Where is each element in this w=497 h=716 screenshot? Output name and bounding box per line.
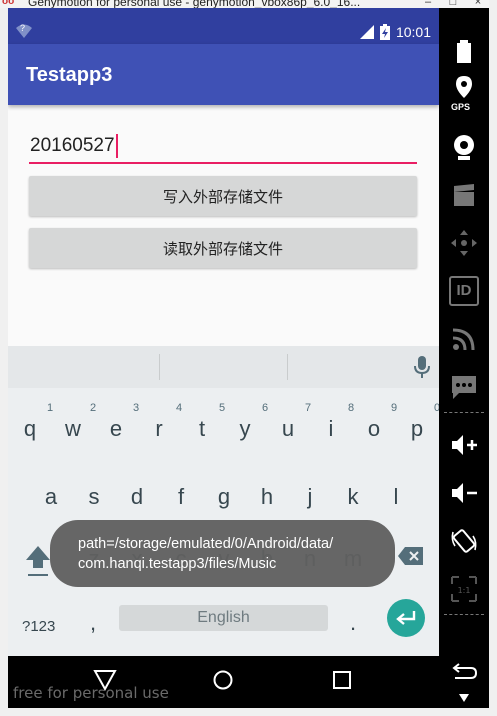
android-back-icon[interactable] — [449, 658, 479, 688]
genymotion-logo: oo — [2, 0, 15, 7]
read-external-file-button[interactable]: 读取外部存储文件 — [29, 228, 417, 268]
status-bar: ? 10:01 — [8, 20, 439, 44]
signal-icon — [359, 25, 374, 39]
window-border-bottom — [0, 708, 497, 716]
key-a[interactable]: a — [33, 484, 69, 510]
video-capture-icon[interactable] — [449, 180, 479, 210]
identifiers-icon[interactable]: ID — [449, 276, 479, 306]
minimize-button[interactable]: – — [418, 0, 438, 8]
key-i[interactable]: i — [313, 416, 349, 442]
genymotion-toolbar: GPS ID 1:1 — [439, 8, 489, 708]
webcam-icon[interactable] — [449, 132, 479, 162]
key-q[interactable]: q — [12, 416, 48, 442]
text-cursor — [116, 134, 118, 158]
key-u[interactable]: u — [270, 416, 306, 442]
microphone-icon[interactable] — [413, 356, 431, 378]
toast-line-1: path=/storage/emulated/0/Android/data/ — [78, 536, 334, 552]
key-k[interactable]: k — [335, 484, 371, 510]
status-time: 10:01 — [395, 24, 431, 40]
toolbar-separator — [444, 614, 484, 615]
rotate-icon[interactable] — [449, 526, 479, 556]
close-button[interactable]: × — [468, 0, 488, 8]
key-hint-i: 8 — [347, 402, 355, 414]
app-bar: Testapp3 — [8, 44, 439, 105]
rss-icon[interactable] — [449, 324, 479, 354]
text-input[interactable]: 20160527 — [29, 130, 417, 164]
free-for-personal-use-label: free for personal use — [13, 684, 169, 702]
key-l[interactable]: l — [378, 484, 414, 510]
key-o[interactable]: o — [356, 416, 392, 442]
suggestion-strip — [8, 346, 439, 388]
volume-down-icon[interactable] — [449, 478, 479, 508]
gps-icon[interactable] — [449, 74, 479, 104]
battery-icon[interactable] — [449, 36, 479, 66]
key-j[interactable]: j — [292, 484, 328, 510]
maximize-button[interactable]: □ — [443, 0, 463, 8]
key-r[interactable]: r — [141, 416, 177, 442]
enter-key[interactable] — [387, 599, 425, 637]
gps-label: GPS — [451, 102, 471, 112]
period-key[interactable]: . — [350, 610, 356, 636]
key-hint-r: 4 — [175, 402, 183, 414]
key-d[interactable]: d — [119, 484, 155, 510]
window-border-right — [489, 0, 497, 716]
key-g[interactable]: g — [206, 484, 242, 510]
toast-message: path=/storage/emulated/0/Android/data/ c… — [50, 520, 395, 587]
dpad-icon[interactable] — [449, 228, 479, 258]
sms-icon[interactable] — [449, 372, 479, 402]
key-hint-e: 3 — [132, 402, 140, 414]
enter-arrow-icon — [396, 611, 416, 625]
comma-key[interactable]: , — [90, 610, 96, 636]
android-screen: ? 10:01 Testapp3 20160527 写入外部存储文件 读取外部存… — [8, 8, 439, 708]
recents-icon[interactable] — [330, 668, 354, 692]
suggestion-divider — [287, 354, 288, 380]
wifi-badge: ? — [20, 23, 26, 33]
toast-line-2: com.hanqi.testapp3/files/Music — [78, 556, 277, 572]
key-h[interactable]: h — [249, 484, 285, 510]
android-menu-icon[interactable] — [449, 690, 479, 706]
suggestion-divider — [159, 354, 160, 380]
key-t[interactable]: t — [184, 416, 220, 442]
key-w[interactable]: w — [55, 416, 91, 442]
key-hint-u: 7 — [304, 402, 312, 414]
space-key[interactable]: English — [119, 605, 328, 631]
home-icon[interactable] — [211, 668, 235, 692]
key-hint-y: 6 — [261, 402, 269, 414]
status-bar-top — [8, 8, 439, 20]
key-p[interactable]: p — [399, 416, 435, 442]
volume-up-icon[interactable] — [449, 430, 479, 460]
battery-charging-icon — [379, 24, 390, 40]
key-hint-p: 0 — [433, 402, 439, 414]
scale-icon[interactable]: 1:1 — [449, 574, 479, 604]
key-hint-q: 1 — [46, 402, 54, 414]
window-title: Genymotion for personal use - genymotion… — [28, 0, 361, 8]
write-external-file-button[interactable]: 写入外部存储文件 — [29, 176, 417, 216]
key-f[interactable]: f — [163, 484, 199, 510]
shift-key-icon[interactable] — [24, 542, 52, 578]
key-y[interactable]: y — [227, 416, 263, 442]
text-input-value: 20160527 — [30, 135, 115, 156]
app-title: Testapp3 — [26, 64, 113, 86]
key-s[interactable]: s — [76, 484, 112, 510]
toolbar-separator — [444, 412, 484, 413]
key-hint-o: 9 — [390, 402, 398, 414]
window-titlebar: oo Genymotion for personal use - genymot… — [0, 0, 497, 8]
soft-keyboard: 1q2w3e4r5t6y7u8i9o0pasdfghjklzxcvbnm ?12… — [8, 346, 439, 656]
symbols-key[interactable]: ?123 — [22, 618, 55, 635]
text-input-underline — [29, 162, 417, 164]
backspace-key-icon[interactable] — [398, 546, 424, 566]
key-hint-t: 5 — [218, 402, 226, 414]
key-hint-w: 2 — [89, 402, 97, 414]
key-e[interactable]: e — [98, 416, 134, 442]
svg-text:1:1: 1:1 — [458, 586, 471, 595]
